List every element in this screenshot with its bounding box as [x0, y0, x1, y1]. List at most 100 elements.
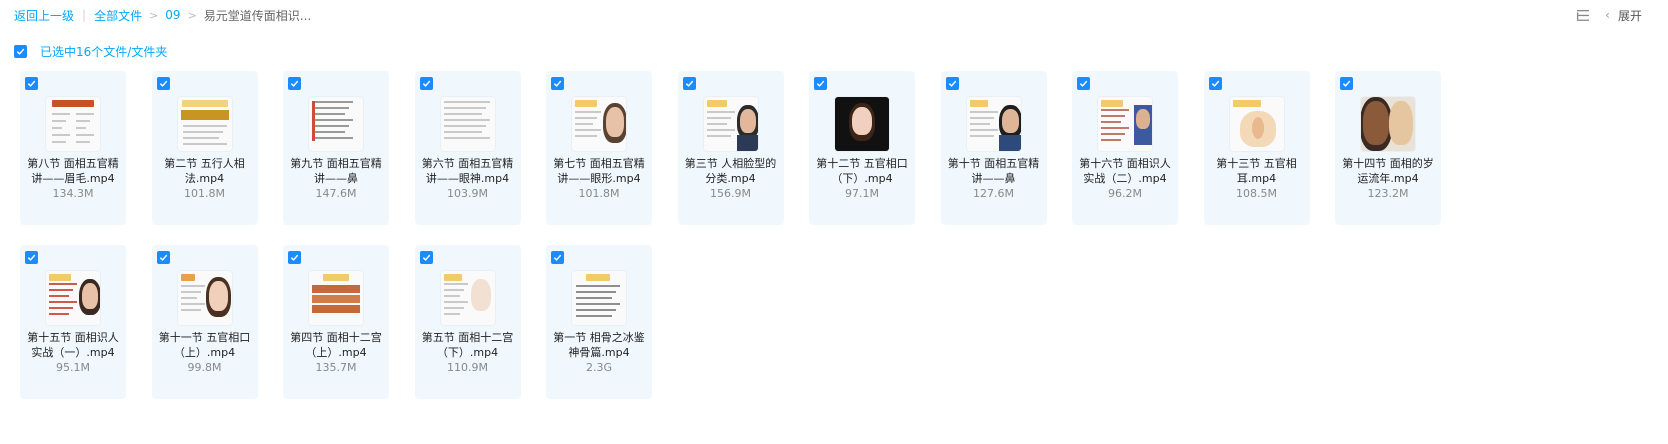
check-icon	[948, 80, 956, 87]
file-name: 第十四节 面相的岁运流年.mp4	[1342, 157, 1434, 185]
file-card[interactable]: 第三节 人相脸型的分类.mp4 156.9M	[677, 71, 784, 225]
file-size: 147.6M	[315, 187, 357, 200]
video-thumbnail	[309, 271, 363, 325]
file-card[interactable]: 第十一节 五官相口（上）.mp4 99.8M	[151, 245, 258, 399]
file-card[interactable]: 第五节 面相十二宫（下）.mp4 110.9M	[414, 245, 521, 399]
file-size: 123.2M	[1367, 187, 1409, 200]
check-icon	[27, 254, 36, 261]
breadcrumb-folder[interactable]: 09	[165, 8, 180, 22]
file-checkbox[interactable]	[1077, 77, 1090, 90]
file-card[interactable]: 第二节 五行人相法.mp4 101.8M	[151, 71, 258, 225]
back-link[interactable]: 返回上一级	[14, 7, 74, 24]
file-checkbox[interactable]	[551, 77, 564, 90]
file-card[interactable]: 第四节 面相十二宫（上）.mp4 135.7M	[283, 245, 389, 399]
check-icon	[290, 254, 299, 261]
video-thumbnail	[46, 271, 100, 325]
check-icon	[685, 80, 693, 87]
file-card[interactable]: 第六节 面相五官精讲——眼神.mp4 103.9M	[414, 71, 521, 225]
video-thumbnail	[1361, 97, 1415, 151]
select-all-checkbox[interactable]	[14, 44, 27, 58]
file-name: 第七节 面相五官精讲——眼形.mp4	[553, 157, 645, 185]
video-thumbnail	[440, 97, 495, 151]
expand-button[interactable]: 展开	[1618, 7, 1642, 24]
video-thumbnail	[1229, 97, 1284, 151]
check-icon	[1079, 80, 1088, 87]
file-name: 第二节 五行人相法.mp4	[164, 157, 245, 185]
file-size: 103.9M	[447, 187, 488, 200]
check-icon	[290, 80, 299, 87]
selection-bar: 已选中16个文件/文件夹	[14, 44, 168, 59]
file-card[interactable]: 第十节 面相五官精讲——鼻（下）.mp4 127.6M	[940, 71, 1047, 225]
file-name: 第十三节 五官相耳.mp4	[1216, 157, 1297, 185]
file-name: 第十六节 面相识人实战（二）.mp4	[1079, 157, 1171, 185]
file-checkbox[interactable]	[419, 77, 433, 90]
check-icon	[1342, 80, 1351, 87]
file-checkbox[interactable]	[814, 77, 827, 90]
check-icon	[422, 80, 430, 87]
video-thumbnail	[572, 271, 626, 325]
file-card[interactable]: 第十二节 五官相口（下）.mp4 97.1M	[809, 71, 915, 225]
video-thumbnail	[835, 97, 889, 151]
file-name: 第十节 面相五官精讲——鼻（下）.mp4	[947, 157, 1040, 185]
file-checkbox[interactable]	[682, 77, 696, 90]
breadcrumb-separator: >	[187, 8, 197, 22]
file-card[interactable]: 第十四节 面相的岁运流年.mp4 123.2M	[1335, 71, 1441, 225]
file-checkbox[interactable]	[419, 251, 433, 264]
file-checkbox[interactable]	[1340, 77, 1353, 90]
file-checkbox[interactable]	[1208, 77, 1222, 90]
list-view-icon[interactable]	[1577, 9, 1590, 21]
file-card[interactable]: 第七节 面相五官精讲——眼形.mp4 101.8M	[546, 71, 652, 225]
file-size: 108.5M	[1236, 187, 1277, 200]
file-size: 96.2M	[1108, 187, 1142, 200]
video-thumbnail	[46, 97, 100, 151]
file-name: 第十二节 五官相口（下）.mp4	[816, 157, 908, 185]
video-thumbnail	[966, 97, 1021, 151]
file-checkbox[interactable]	[25, 251, 38, 264]
video-thumbnail	[177, 271, 232, 325]
file-size: 156.9M	[710, 187, 751, 200]
file-card[interactable]: 第九节 面相五官精讲——鼻（上）.mp4 147.6M	[283, 71, 389, 225]
check-icon	[16, 48, 25, 55]
file-checkbox[interactable]	[25, 77, 38, 90]
file-name: 第一节 相骨之冰鉴神骨篇.mp4	[553, 331, 645, 359]
file-checkbox[interactable]	[288, 77, 301, 90]
file-size: 97.1M	[845, 187, 879, 200]
file-size: 135.7M	[315, 361, 357, 374]
file-name: 第三节 人相脸型的分类.mp4	[684, 157, 777, 185]
file-card[interactable]: 第八节 面相五官精讲——眉毛.mp4 134.3M	[20, 71, 126, 225]
breadcrumb: 返回上一级 | 全部文件 > 09 > 易元堂道传面相识...	[14, 0, 1668, 30]
video-thumbnail	[703, 97, 758, 151]
file-name: 第十一节 五官相口（上）.mp4	[158, 331, 251, 359]
file-grid: 第八节 面相五官精讲——眉毛.mp4 134.3M 第二节 五行人相法.mp4 101…	[20, 71, 1441, 399]
file-name: 第五节 面相十二宫（下）.mp4	[421, 331, 514, 359]
check-icon	[816, 80, 825, 87]
file-size: 127.6M	[973, 187, 1014, 200]
file-name: 第十五节 面相识人实战（一）.mp4	[27, 331, 119, 359]
video-thumbnail	[1098, 97, 1152, 151]
file-size: 110.9M	[447, 361, 488, 374]
file-size: 101.8M	[578, 187, 620, 200]
file-size: 101.8M	[184, 187, 225, 200]
file-name: 第八节 面相五官精讲——眉毛.mp4	[27, 157, 119, 185]
file-card[interactable]: 第十六节 面相识人实战（二）.mp4 96.2M	[1072, 71, 1178, 225]
breadcrumb-all-files[interactable]: 全部文件	[94, 7, 142, 24]
file-checkbox[interactable]	[156, 251, 170, 264]
breadcrumb-separator: >	[149, 8, 159, 22]
video-thumbnail	[572, 97, 626, 151]
check-icon	[553, 254, 562, 261]
check-icon	[553, 80, 562, 87]
file-card[interactable]: 第一节 相骨之冰鉴神骨篇.mp4 2.3G	[546, 245, 652, 399]
file-card[interactable]: 第十三节 五官相耳.mp4 108.5M	[1203, 71, 1310, 225]
check-icon	[159, 254, 167, 261]
breadcrumb-current: 易元堂道传面相识...	[203, 8, 312, 23]
file-checkbox[interactable]	[551, 251, 564, 264]
file-checkbox[interactable]	[945, 77, 959, 90]
chevron-left-icon[interactable]: ‹	[1605, 8, 1610, 22]
file-name: 第四节 面相十二宫（上）.mp4	[290, 331, 382, 359]
file-card[interactable]: 第十五节 面相识人实战（一）.mp4 95.1M	[20, 245, 126, 399]
check-icon	[422, 254, 430, 261]
selection-count: 已选中16个文件/文件夹	[40, 44, 168, 59]
file-checkbox[interactable]	[156, 77, 170, 90]
file-checkbox[interactable]	[288, 251, 301, 264]
breadcrumb-divider: |	[82, 8, 87, 22]
